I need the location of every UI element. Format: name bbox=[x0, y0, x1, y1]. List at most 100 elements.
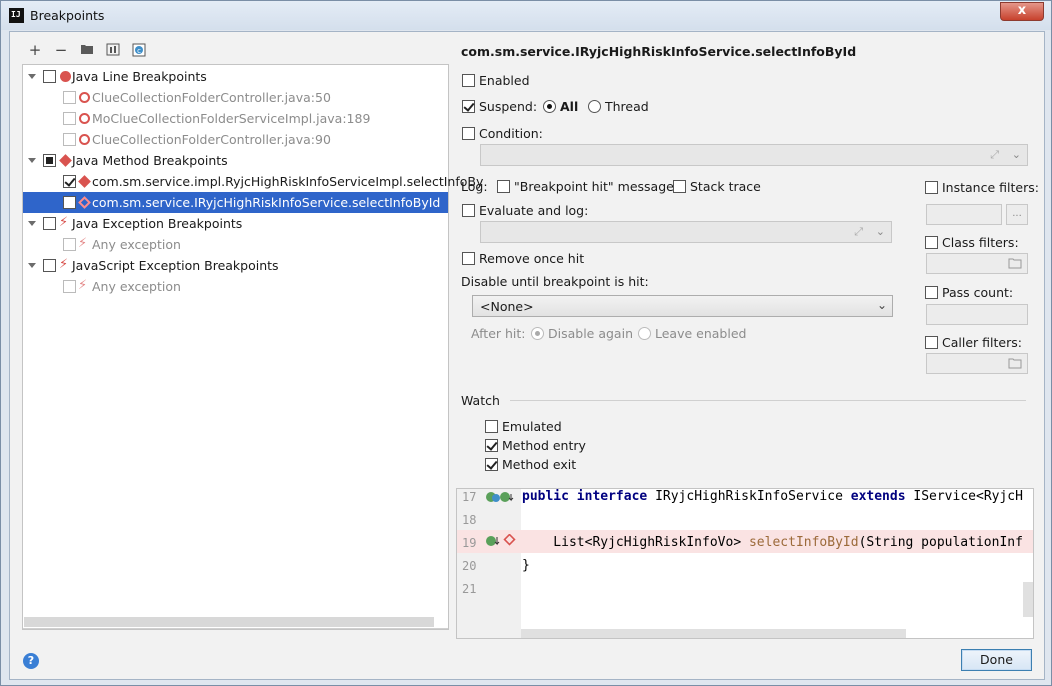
window-title: Breakpoints bbox=[30, 8, 105, 23]
title-bar: IJ Breakpoints x bbox=[1, 1, 1051, 30]
help-icon[interactable]: ? bbox=[23, 653, 39, 669]
instance-filters-input[interactable] bbox=[926, 204, 1002, 225]
tree-bottom-border bbox=[23, 628, 448, 629]
tree-group-js-exception[interactable]: ⚡ JavaScript Exception Breakpoints bbox=[23, 255, 448, 276]
stack-trace-checkbox[interactable] bbox=[673, 180, 686, 193]
suspend-checkbox[interactable] bbox=[462, 100, 475, 113]
code-keyword: extends bbox=[850, 489, 906, 504]
tree-item[interactable]: ⚡ Any exception bbox=[23, 276, 448, 297]
class-filters-checkbox[interactable] bbox=[925, 236, 938, 249]
condition-input[interactable]: ⤢ ⌄ bbox=[480, 144, 1028, 166]
enabled-label: Enabled bbox=[479, 73, 530, 88]
tree-item[interactable]: MoClueCollectionFolderServiceImpl.java:1… bbox=[23, 108, 448, 129]
evaluate-input[interactable]: ⤢ ⌄ bbox=[480, 221, 892, 243]
done-button[interactable]: Done bbox=[961, 649, 1032, 671]
suspend-all-radio[interactable] bbox=[543, 100, 556, 113]
svg-text:c: c bbox=[137, 47, 141, 55]
suspend-label: Suspend: bbox=[479, 99, 538, 114]
caller-filters-checkbox[interactable] bbox=[925, 336, 938, 349]
item-checkbox[interactable] bbox=[63, 175, 76, 188]
expand-arrow-icon[interactable] bbox=[28, 221, 36, 226]
item-checkbox[interactable] bbox=[63, 112, 76, 125]
leave-enabled-radio[interactable] bbox=[638, 327, 651, 340]
instance-filters-checkbox[interactable] bbox=[925, 181, 938, 194]
line-number: 21 bbox=[462, 582, 477, 596]
implemented-marker-icon[interactable] bbox=[485, 491, 517, 504]
caller-filters-label: Caller filters: bbox=[942, 335, 1022, 350]
chevron-down-icon[interactable]: ⌄ bbox=[877, 298, 887, 312]
group-checkbox[interactable] bbox=[43, 154, 56, 167]
pass-count-checkbox[interactable] bbox=[925, 286, 938, 299]
group-by-file-button[interactable] bbox=[104, 43, 122, 59]
code-preview[interactable]: 17 18 19 20 21 public interface IRyjcHig… bbox=[456, 488, 1034, 639]
suspend-thread-radio[interactable] bbox=[588, 100, 601, 113]
class-filters-input[interactable] bbox=[926, 253, 1028, 274]
item-checkbox[interactable] bbox=[63, 133, 76, 146]
item-checkbox[interactable] bbox=[63, 196, 76, 209]
expand-arrow-icon[interactable] bbox=[28, 263, 36, 268]
item-checkbox[interactable] bbox=[63, 238, 76, 251]
tree-item[interactable]: com.sm.service.impl.RyjcHighRiskInfoServ… bbox=[23, 171, 483, 192]
expand-arrow-icon[interactable] bbox=[28, 158, 36, 163]
pass-count-input[interactable] bbox=[926, 304, 1028, 325]
method-exit-checkbox[interactable] bbox=[485, 458, 498, 471]
enabled-checkbox[interactable] bbox=[462, 74, 475, 87]
group-checkbox[interactable] bbox=[43, 259, 56, 272]
tree-item-selected[interactable]: com.sm.service.IRyjcHighRiskInfoService.… bbox=[23, 192, 448, 213]
line-number: 20 bbox=[462, 559, 477, 573]
breakpoint-heading: com.sm.service.IRyjcHighRiskInfoService.… bbox=[461, 44, 857, 59]
tree-group-java-method[interactable]: Java Method Breakpoints bbox=[23, 150, 448, 171]
class-group-icon: c bbox=[132, 43, 146, 57]
chevron-down-icon[interactable]: ⌄ bbox=[876, 225, 885, 238]
remove-once-hit-checkbox[interactable] bbox=[462, 252, 475, 265]
close-window-button[interactable]: x bbox=[1000, 2, 1044, 21]
expand-icon[interactable]: ⤢ bbox=[854, 225, 863, 239]
emulated-label: Emulated bbox=[502, 419, 562, 434]
lightning-icon: ⚡ bbox=[59, 257, 69, 272]
tree-group-label: Java Exception Breakpoints bbox=[72, 216, 243, 231]
watch-label: Watch bbox=[461, 393, 500, 408]
suspend-all-label: All bbox=[560, 99, 579, 114]
group-by-class-button[interactable]: c bbox=[130, 43, 148, 59]
disable-again-radio[interactable] bbox=[531, 327, 544, 340]
group-checkbox[interactable] bbox=[43, 70, 56, 83]
code-line-19: List<RyjcHighRiskInfoVo> selectInfoById(… bbox=[522, 535, 1023, 550]
horizontal-scrollbar[interactable] bbox=[521, 629, 906, 638]
vertical-scrollbar[interactable] bbox=[1023, 582, 1033, 617]
instance-filters-browse-button[interactable]: ... bbox=[1006, 204, 1028, 225]
tree-item[interactable]: ClueCollectionFolderController.java:90 bbox=[23, 129, 448, 150]
group-by-package-button[interactable] bbox=[78, 43, 96, 59]
select-value: <None> bbox=[480, 299, 534, 314]
line-breakpoint-icon bbox=[60, 71, 71, 82]
expand-icon[interactable]: ⤢ bbox=[990, 148, 999, 162]
group-checkbox[interactable] bbox=[43, 217, 56, 230]
tree-item[interactable]: ⚡ Any exception bbox=[23, 234, 448, 255]
expand-arrow-icon[interactable] bbox=[28, 74, 36, 79]
evaluate-log-checkbox[interactable] bbox=[462, 204, 475, 217]
remove-breakpoint-button[interactable]: − bbox=[52, 43, 70, 59]
method-breakpoint-marker-icon[interactable] bbox=[485, 534, 517, 548]
intellij-app-icon: IJ bbox=[9, 8, 24, 23]
emulated-checkbox[interactable] bbox=[485, 420, 498, 433]
item-checkbox[interactable] bbox=[63, 280, 76, 293]
tree-item-label: ClueCollectionFolderController.java:90 bbox=[92, 132, 331, 147]
horizontal-scrollbar[interactable] bbox=[24, 617, 434, 627]
chevron-down-icon[interactable]: ⌄ bbox=[1012, 148, 1021, 161]
disable-until-select[interactable]: <None> ⌄ bbox=[472, 295, 893, 317]
method-entry-checkbox[interactable] bbox=[485, 439, 498, 452]
item-checkbox[interactable] bbox=[63, 91, 76, 104]
line-number: 19 bbox=[462, 536, 477, 550]
tree-group-java-line[interactable]: Java Line Breakpoints bbox=[23, 66, 448, 87]
method-breakpoint-icon bbox=[78, 175, 91, 188]
log-message-checkbox[interactable] bbox=[497, 180, 510, 193]
breakpoint-tree[interactable]: Java Line Breakpoints ClueCollectionFold… bbox=[22, 64, 483, 630]
folder-icon[interactable] bbox=[1008, 258, 1022, 269]
tree-item[interactable]: ClueCollectionFolderController.java:50 bbox=[23, 87, 448, 108]
folder-icon[interactable] bbox=[1008, 358, 1022, 369]
code-text: IService<RyjcH bbox=[905, 489, 1023, 504]
condition-checkbox[interactable] bbox=[462, 127, 475, 140]
caller-filters-input[interactable] bbox=[926, 353, 1028, 374]
tree-group-java-exception[interactable]: ⚡ Java Exception Breakpoints bbox=[23, 213, 448, 234]
add-breakpoint-button[interactable]: + bbox=[26, 43, 44, 59]
instance-filters-label: Instance filters: bbox=[942, 180, 1039, 195]
